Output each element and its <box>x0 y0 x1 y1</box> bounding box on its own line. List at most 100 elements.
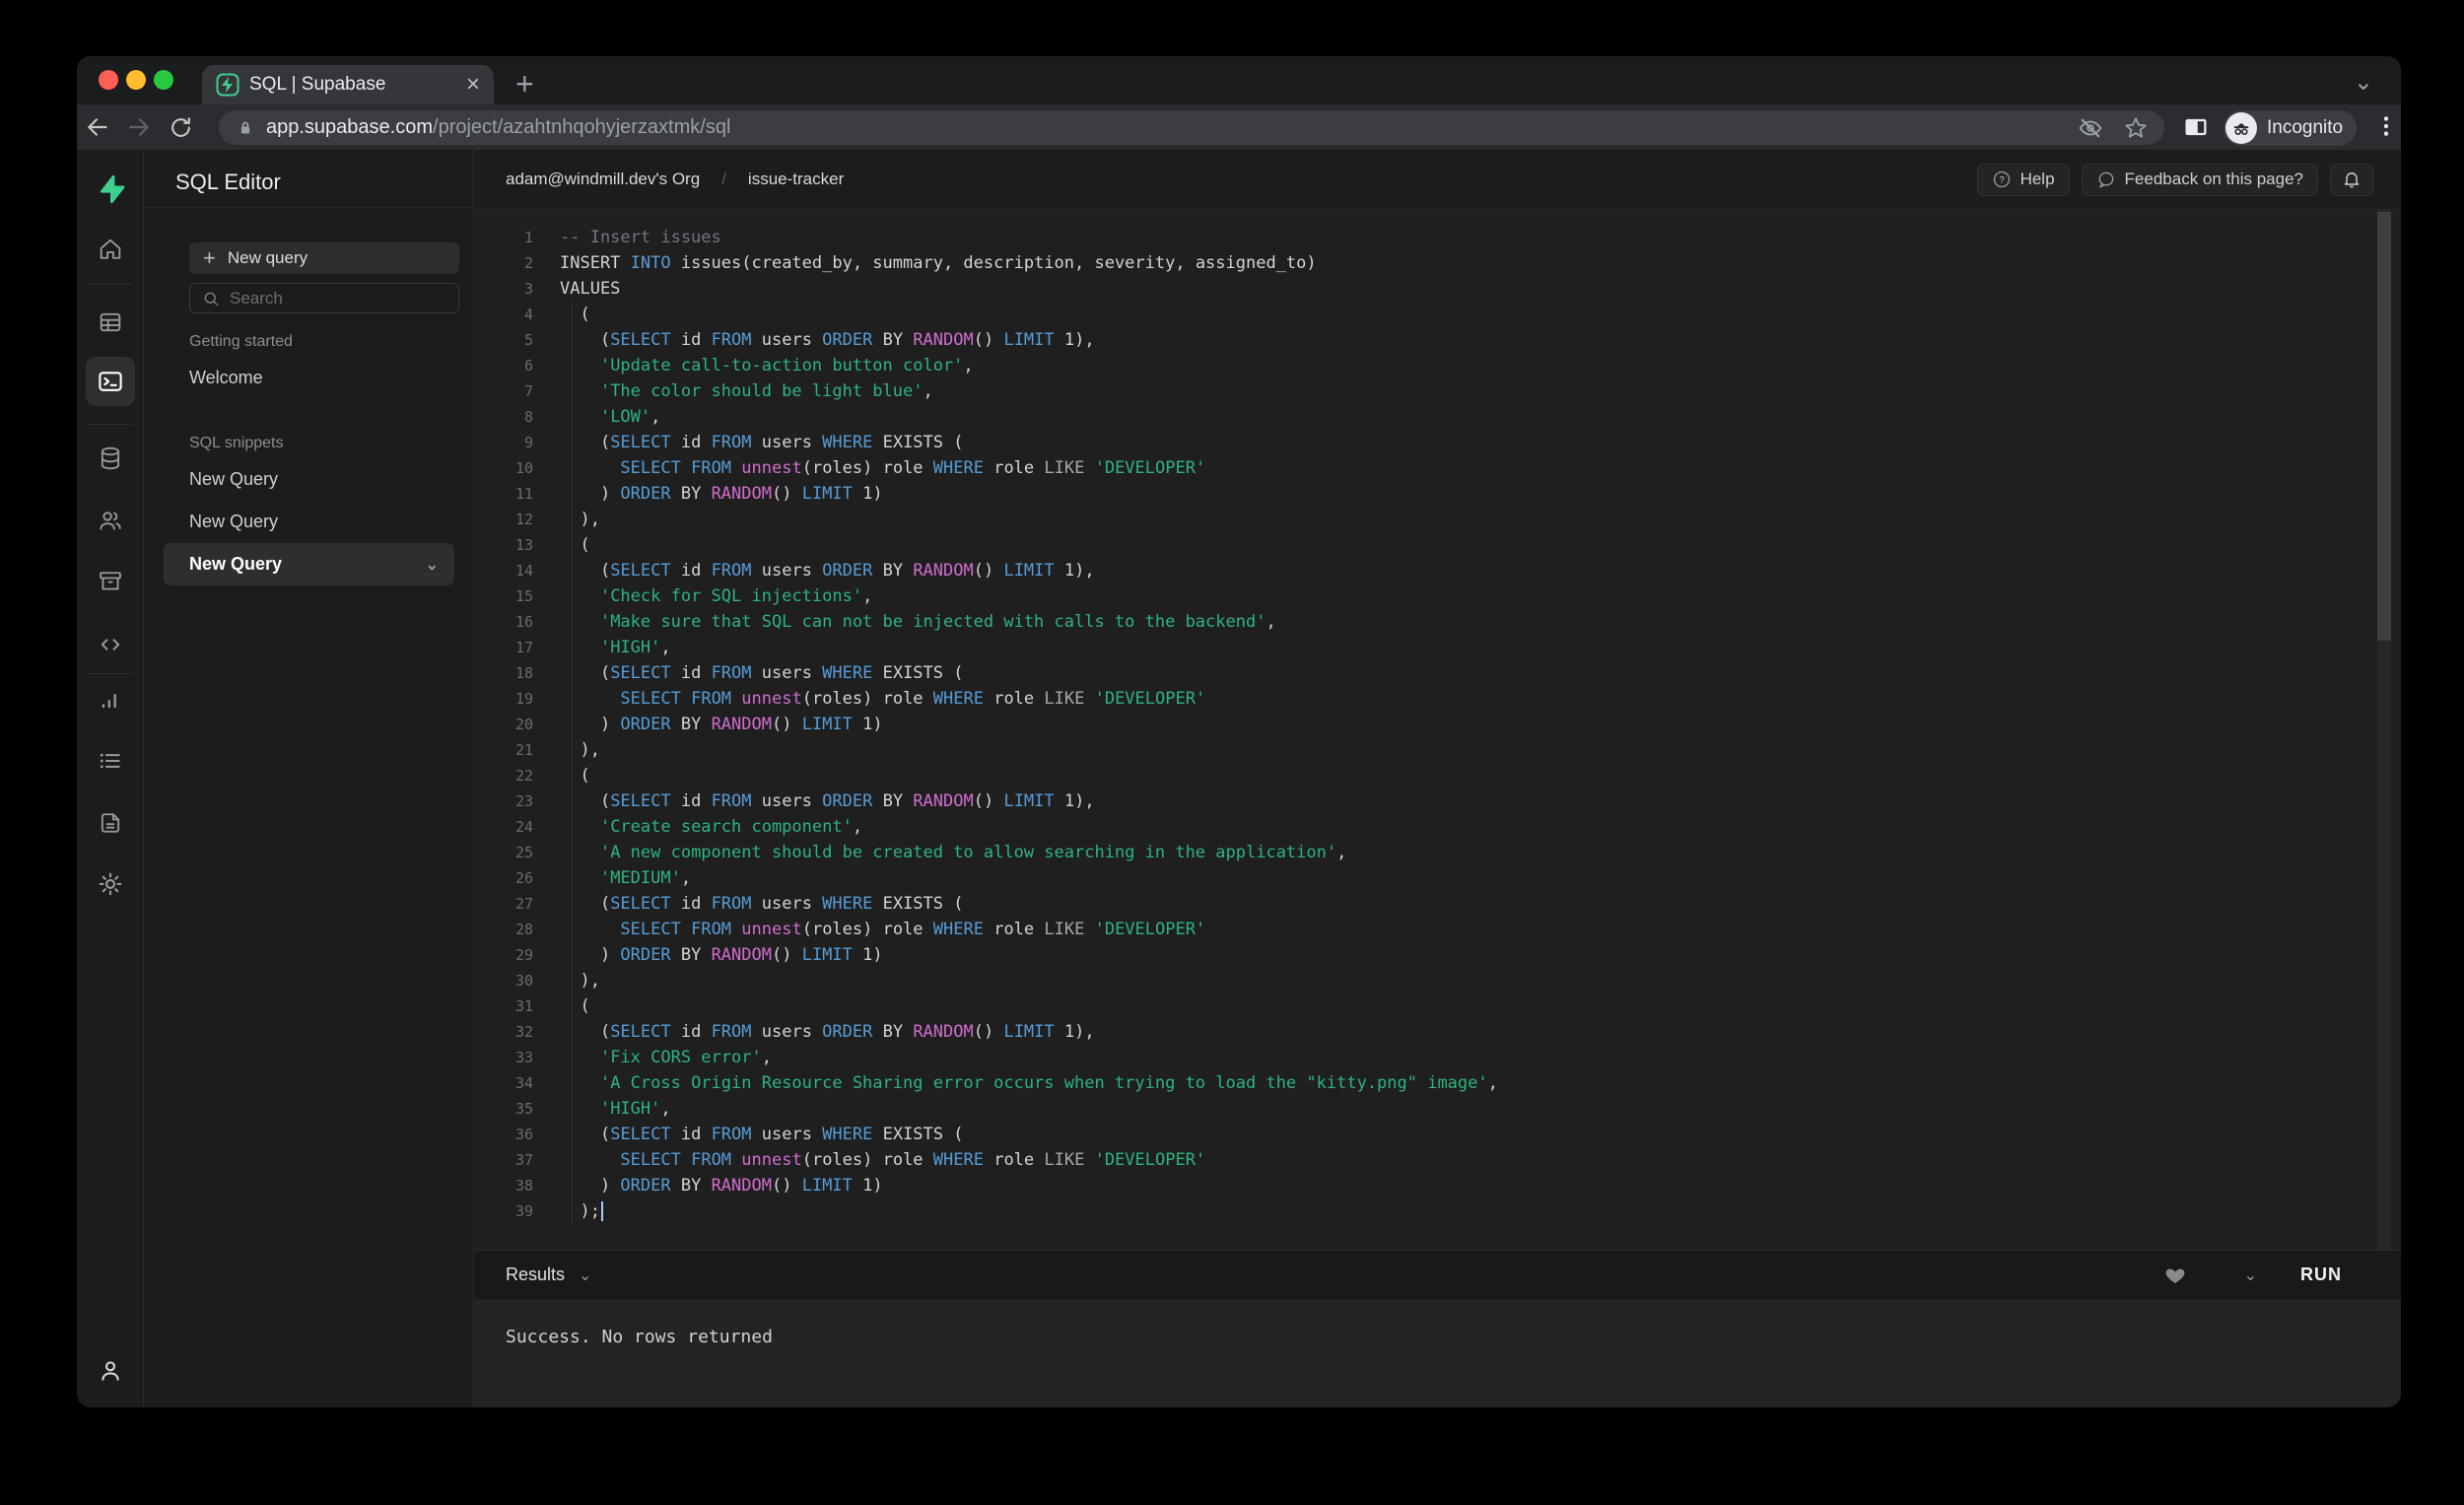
reload-icon[interactable] <box>160 115 201 140</box>
code-line[interactable]: 22 ( <box>474 763 2401 788</box>
home-icon[interactable] <box>94 233 127 266</box>
breadcrumb-project[interactable]: issue-tracker <box>748 170 844 189</box>
code-line[interactable]: 18 (SELECT id FROM users WHERE EXISTS ( <box>474 660 2401 686</box>
browser-menu-icon[interactable] <box>2373 113 2399 139</box>
code-line[interactable]: 39 ); <box>474 1198 2401 1224</box>
tab-close-icon[interactable]: × <box>466 73 480 97</box>
code-line[interactable]: 3 VALUES <box>474 276 2401 302</box>
code-line[interactable]: 19 SELECT FROM unnest(roles) role WHERE … <box>474 686 2401 712</box>
code-line[interactable]: 15 'Check for SQL injections', <box>474 583 2401 609</box>
code-line[interactable]: 11 ) ORDER BY RANDOM() LIMIT 1) <box>474 481 2401 507</box>
query-list-item[interactable]: New Query <box>164 501 454 543</box>
editor-scrollbar-thumb[interactable] <box>2377 212 2391 641</box>
results-dropdown[interactable]: Results <box>506 1265 565 1285</box>
code-line[interactable]: 36 (SELECT id FROM users WHERE EXISTS ( <box>474 1122 2401 1147</box>
code-line[interactable]: 30 ), <box>474 968 2401 993</box>
sql-code-editor[interactable]: 1 -- Insert issues 2 INSERT INTO issues(cre… <box>474 210 2401 1250</box>
chevron-down-icon[interactable]: ⌄ <box>426 555 439 575</box>
favorite-heart-icon[interactable] <box>2163 1264 2187 1287</box>
code-line[interactable]: 25 'A new component should be created to… <box>474 840 2401 865</box>
code-text: ) ORDER BY RANDOM() LIMIT 1) <box>560 945 883 965</box>
code-line[interactable]: 7 'The color should be light blue', <box>474 378 2401 404</box>
results-chevron-icon[interactable]: ⌄ <box>579 1266 591 1285</box>
query-list: Getting started Welcome SQL snippets New Qu… <box>144 327 474 585</box>
docs-file-icon[interactable] <box>94 806 127 840</box>
code-text: ( <box>560 305 590 324</box>
run-options-chevron-icon[interactable]: ⌄ <box>2244 1266 2257 1285</box>
storage-icon[interactable] <box>94 565 127 598</box>
help-button[interactable]: ? Help <box>1976 163 2070 196</box>
code-text: ), <box>560 740 600 760</box>
code-line[interactable]: 16 'Make sure that SQL can not be inject… <box>474 609 2401 635</box>
code-text: (SELECT id FROM users WHERE EXISTS ( <box>560 894 964 914</box>
back-icon[interactable] <box>77 114 118 140</box>
settings-gear-icon[interactable] <box>94 867 127 901</box>
mac-close-button[interactable] <box>99 70 118 90</box>
code-text: 'A Cross Origin Resource Sharing error o… <box>599 1073 1498 1093</box>
auth-users-icon[interactable] <box>94 504 127 537</box>
code-line[interactable]: 8 'LOW', <box>474 404 2401 430</box>
code-line[interactable]: 12 ), <box>474 507 2401 532</box>
code-line[interactable]: 17 'HIGH', <box>474 635 2401 660</box>
code-line[interactable]: 29 ) ORDER BY RANDOM() LIMIT 1) <box>474 942 2401 968</box>
side-panel-icon[interactable] <box>2182 113 2210 141</box>
run-button[interactable]: RUN <box>2300 1265 2342 1285</box>
search-placeholder: Search <box>230 288 283 308</box>
password-hidden-eye-icon[interactable] <box>2078 115 2103 141</box>
code-line[interactable]: 6 'Update call-to-action button color', <box>474 353 2401 378</box>
reports-chart-icon[interactable] <box>94 683 127 717</box>
breadcrumb-org[interactable]: adam@windmill.dev's Org <box>506 170 700 189</box>
app-content: SQL Editor + New query Search Getting st… <box>77 150 2401 1407</box>
code-line[interactable]: 2 INSERT INTO issues(created_by, summary,… <box>474 250 2401 276</box>
incognito-icon <box>2225 112 2257 144</box>
code-line[interactable]: 1 -- Insert issues <box>474 225 2401 250</box>
code-text: ) ORDER BY RANDOM() LIMIT 1) <box>560 484 883 504</box>
code-line[interactable]: 31 ( <box>474 993 2401 1019</box>
code-line[interactable]: 32 (SELECT id FROM users ORDER BY RANDOM… <box>474 1019 2401 1045</box>
url-bar[interactable]: app.supabase.com/project/azahtnhqohyjerz… <box>219 110 2164 145</box>
supabase-logo-icon[interactable] <box>94 172 127 206</box>
sql-editor-nav-active[interactable] <box>86 357 135 406</box>
code-line[interactable]: 5 (SELECT id FROM users ORDER BY RANDOM(… <box>474 327 2401 353</box>
new-query-button[interactable]: + New query <box>189 242 459 274</box>
account-person-icon[interactable] <box>94 1354 127 1388</box>
database-icon[interactable] <box>94 442 127 475</box>
code-line[interactable]: 28 SELECT FROM unnest(roles) role WHERE … <box>474 917 2401 942</box>
code-line[interactable]: 14 (SELECT id FROM users ORDER BY RANDOM… <box>474 558 2401 583</box>
bookmark-star-icon[interactable] <box>2123 115 2149 141</box>
table-editor-icon[interactable] <box>94 306 127 339</box>
code-line[interactable]: 26 'MEDIUM', <box>474 865 2401 891</box>
tab-search-chevron-icon[interactable]: ⌄ <box>2354 68 2373 97</box>
code-line[interactable]: 34 'A Cross Origin Resource Sharing erro… <box>474 1070 2401 1096</box>
line-number: 4 <box>523 306 533 323</box>
line-number: 38 <box>514 1177 533 1195</box>
code-line[interactable]: 24 'Create search component', <box>474 814 2401 840</box>
notifications-button[interactable] <box>2330 163 2373 196</box>
new-tab-button[interactable]: + <box>515 68 534 100</box>
code-line[interactable]: 38 ) ORDER BY RANDOM() LIMIT 1) <box>474 1173 2401 1198</box>
browser-tab[interactable]: SQL | Supabase × <box>202 65 494 104</box>
code-line[interactable]: 10 SELECT FROM unnest(roles) role WHERE … <box>474 455 2401 481</box>
mac-zoom-button[interactable] <box>154 70 173 90</box>
code-line[interactable]: 13 ( <box>474 532 2401 558</box>
line-number: 39 <box>514 1202 533 1220</box>
code-line[interactable]: 4 ( <box>474 302 2401 327</box>
code-line[interactable]: 9 (SELECT id FROM users WHERE EXISTS ( <box>474 430 2401 455</box>
code-line[interactable]: 27 (SELECT id FROM users WHERE EXISTS ( <box>474 891 2401 917</box>
query-list-item[interactable]: Welcome <box>164 357 454 399</box>
code-line[interactable]: 20 ) ORDER BY RANDOM() LIMIT 1) <box>474 712 2401 737</box>
code-line[interactable]: 23 (SELECT id FROM users ORDER BY RANDOM… <box>474 788 2401 814</box>
line-number: 10 <box>514 459 533 477</box>
feedback-button[interactable]: Feedback on this page? <box>2081 163 2318 196</box>
query-list-item[interactable]: New Query <box>164 458 454 501</box>
mac-minimize-button[interactable] <box>126 70 146 90</box>
search-input[interactable]: Search <box>189 283 459 313</box>
code-line[interactable]: 37 SELECT FROM unnest(roles) role WHERE … <box>474 1147 2401 1173</box>
code-line[interactable]: 21 ), <box>474 737 2401 763</box>
rail-divider <box>88 284 133 285</box>
forward-icon[interactable] <box>118 114 160 140</box>
code-line[interactable]: 33 'Fix CORS error', <box>474 1045 2401 1070</box>
api-code-icon[interactable] <box>94 628 127 661</box>
code-line[interactable]: 35 'HIGH', <box>474 1096 2401 1122</box>
logs-list-icon[interactable] <box>94 744 127 778</box>
